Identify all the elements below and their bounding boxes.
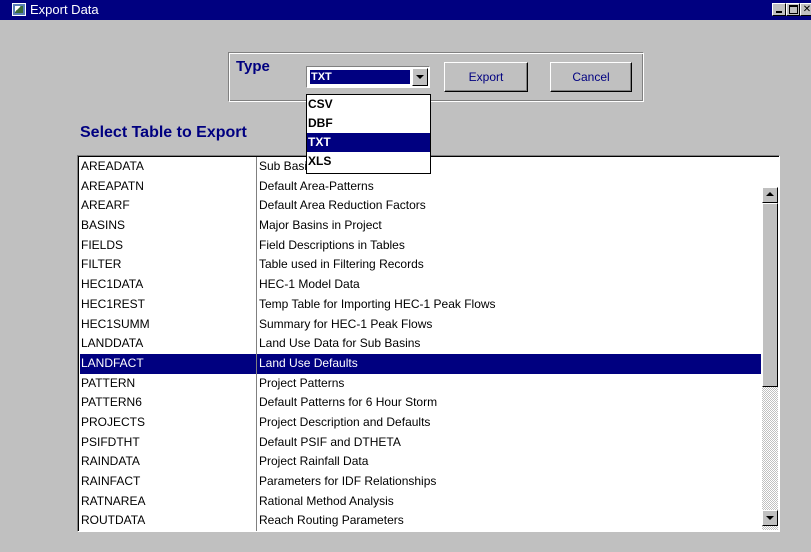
select-table-heading: Select Table to Export bbox=[80, 124, 247, 141]
scrollbar-thumb[interactable] bbox=[762, 203, 778, 387]
scroll-down-icon[interactable] bbox=[762, 510, 778, 526]
table-name-cell: PROJECTS bbox=[81, 414, 146, 429]
table-row[interactable]: HEC1REST Temp Table for Importing HEC-1 P… bbox=[80, 295, 761, 315]
table-name-cell: HEC1DATA bbox=[81, 277, 144, 292]
table-name-cell: AREARF bbox=[81, 198, 130, 213]
table-row[interactable]: BASINS Major Basins in Project bbox=[80, 216, 761, 236]
table-name-cell: PATTERN bbox=[81, 375, 136, 390]
title-bar: Export Data ✕ bbox=[0, 0, 811, 20]
table-row[interactable]: RAINFACT Parameters for IDF Relationships bbox=[80, 472, 761, 492]
table-description-cell: Default Area-Patterns bbox=[259, 178, 374, 193]
close-icon[interactable]: ✕ bbox=[800, 3, 811, 16]
dropdown-option[interactable]: CSV bbox=[307, 95, 430, 114]
table-row[interactable]: LANDDATA Land Use Data for Sub Basins bbox=[80, 334, 761, 354]
table-description-cell: Summary for HEC-1 Peak Flows bbox=[259, 316, 433, 331]
table-row[interactable]: HEC1DATA HEC-1 Model Data bbox=[80, 275, 761, 295]
table-description-cell: Project Rainfall Data bbox=[259, 454, 369, 469]
table-description-cell: Default Patterns for 6 Hour Storm bbox=[259, 395, 438, 410]
table-description-cell: Default Area Reduction Factors bbox=[259, 198, 426, 213]
table-description-cell: Default PSIF and DTHETA bbox=[259, 434, 401, 449]
table-row[interactable]: LANDFACT Land Use Defaults bbox=[80, 353, 761, 374]
table-row[interactable]: RATNAREA Rational Method Analysis bbox=[80, 492, 761, 512]
table-name-cell: AREAPATN bbox=[81, 178, 144, 193]
table-name-cell: PSIFDTHT bbox=[81, 434, 140, 449]
table-description-cell: Project Description and Defaults bbox=[259, 414, 431, 429]
table-row[interactable]: AREARF Default Area Reduction Factors bbox=[80, 196, 761, 216]
table-row[interactable]: PSIFDTHT Default PSIF and DTHETA bbox=[80, 433, 761, 453]
table-row[interactable]: ROUTDATA Reach Routing Parameters bbox=[80, 511, 761, 531]
dropdown-option[interactable]: XLS bbox=[307, 152, 430, 171]
maximize-icon[interactable] bbox=[786, 3, 800, 16]
type-dropdown-list[interactable]: CSV DBF TXT XLS bbox=[306, 94, 431, 174]
window-title: Export Data bbox=[30, 2, 99, 17]
table-name-cell: HEC1SUMM bbox=[81, 316, 150, 331]
table-description-cell: Project Patterns bbox=[259, 375, 345, 390]
table-name-cell: RAINFACT bbox=[81, 474, 141, 488]
column-divider bbox=[256, 157, 257, 531]
table-row[interactable]: HEC1SUMM Summary for HEC-1 Peak Flows bbox=[80, 315, 761, 335]
table-name-cell: HEC1REST bbox=[81, 296, 146, 311]
table-description-cell: Major Basins in Project bbox=[259, 218, 382, 233]
cancel-button[interactable]: Cancel bbox=[550, 62, 632, 92]
table-rows: AREADATA Sub Basin Data AREAPATN Default Ar… bbox=[80, 157, 761, 531]
table-name-cell: LANDFACT bbox=[81, 355, 144, 370]
table-name-cell: AREADATA bbox=[81, 159, 144, 173]
table-description-cell: HEC-1 Model Data bbox=[259, 277, 360, 292]
vertical-scrollbar[interactable] bbox=[762, 157, 778, 530]
table-list[interactable]: AREADATA Sub Basin Data AREAPATN Default Ar… bbox=[77, 155, 780, 532]
dropdown-option[interactable]: DBF bbox=[307, 114, 430, 133]
table-name-cell: FIELDS bbox=[81, 237, 124, 252]
table-description-cell: Table used in Filtering Records bbox=[259, 257, 424, 272]
chevron-down-icon[interactable] bbox=[412, 68, 428, 86]
table-description-cell: Land Use Data for Sub Basins bbox=[259, 336, 421, 351]
table-description-cell: Reach Routing Parameters bbox=[259, 513, 404, 528]
export-data-app-icon[interactable] bbox=[12, 3, 26, 16]
table-row[interactable]: FILTER Table used in Filtering Records bbox=[80, 255, 761, 275]
table-row[interactable]: PROJECTS Project Description and Defaults bbox=[80, 413, 761, 433]
table-name-cell: RATNAREA bbox=[81, 493, 146, 508]
table-description-cell: Field Descriptions in Tables bbox=[259, 237, 405, 252]
table-row[interactable]: AREAPATN Default Area-Patterns bbox=[80, 177, 761, 197]
export-button[interactable]: Export bbox=[444, 62, 528, 92]
table-name-cell: BASINS bbox=[81, 218, 126, 233]
scroll-up-icon[interactable] bbox=[762, 187, 778, 203]
type-combobox[interactable]: TXT bbox=[306, 66, 430, 88]
scrollbar-top-gap bbox=[762, 157, 778, 187]
type-label: Type bbox=[236, 58, 270, 75]
table-description-cell: Temp Table for Importing HEC-1 Peak Flow… bbox=[259, 296, 496, 311]
table-name-cell: ROUTDATA bbox=[81, 513, 146, 528]
table-name-cell: FILTER bbox=[81, 257, 122, 272]
table-name-cell: LANDDATA bbox=[81, 336, 144, 351]
table-row[interactable]: RAINDATA Project Rainfall Data bbox=[80, 452, 761, 472]
table-name-cell: PATTERN6 bbox=[81, 395, 142, 410]
table-row[interactable]: FIELDS Field Descriptions in Tables bbox=[80, 236, 761, 256]
type-combobox-value[interactable]: TXT bbox=[310, 70, 410, 84]
table-name-cell: RAINDATA bbox=[81, 454, 140, 469]
dropdown-option[interactable]: TXT bbox=[307, 133, 430, 152]
table-description-cell: Rational Method Analysis bbox=[259, 493, 394, 508]
table-row[interactable]: PATTERN Project Patterns bbox=[80, 374, 761, 394]
table-row[interactable]: PATTERN6 Default Patterns for 6 Hour Stor… bbox=[80, 393, 761, 413]
table-description-cell: Land Use Defaults bbox=[259, 355, 358, 370]
minimize-icon[interactable] bbox=[772, 3, 786, 16]
table-description-cell: Parameters for IDF Relationships bbox=[259, 474, 437, 488]
